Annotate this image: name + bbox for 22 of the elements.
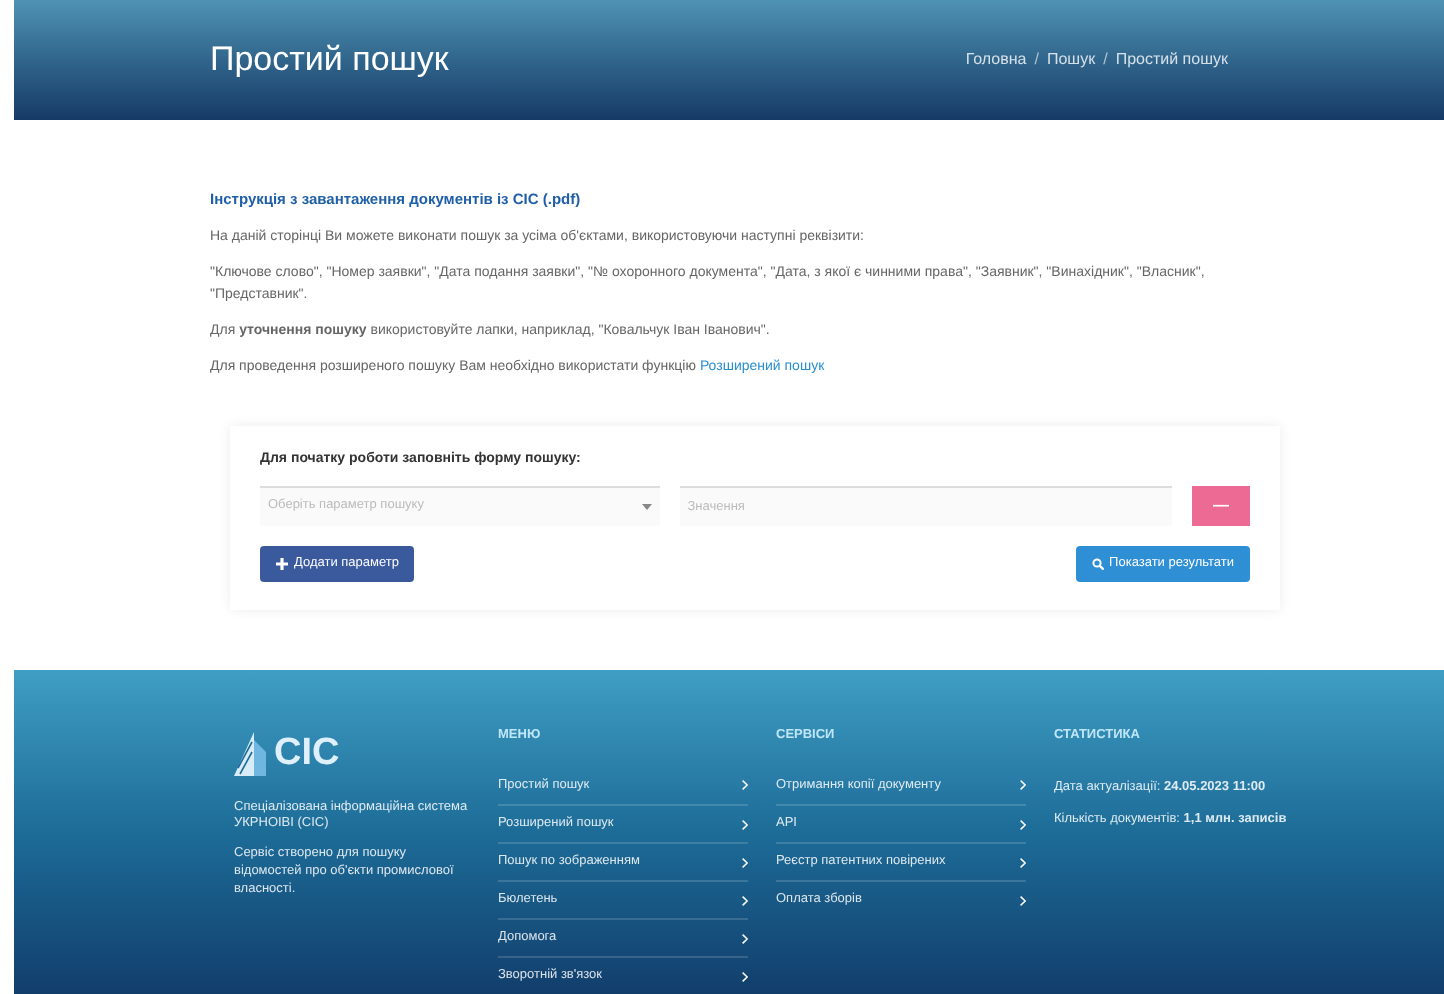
plus-icon — [276, 557, 288, 570]
chevron-right-icon — [742, 857, 748, 867]
chevron-right-icon — [1020, 895, 1026, 905]
page-title: Простий пошук — [210, 38, 449, 83]
chevron-right-icon — [1020, 780, 1026, 790]
chevron-right-icon — [742, 933, 748, 943]
chevron-right-icon — [1020, 819, 1026, 829]
chevron-right-icon — [742, 819, 748, 829]
dropdown-arrow-icon — [641, 503, 652, 510]
chevron-right-icon — [742, 895, 748, 905]
breadcrumb-link[interactable]: Простий пошук — [1115, 48, 1228, 72]
breadcrumb-link[interactable]: Головна — [965, 48, 1027, 72]
search-icon — [1091, 557, 1104, 570]
breadcrumb-separator: / — [1034, 48, 1039, 72]
breadcrumb-separator: / — [1103, 48, 1108, 72]
building-logo-icon — [234, 732, 266, 777]
chevron-right-icon — [742, 780, 748, 790]
breadcrumb-link[interactable]: Пошук — [1046, 48, 1096, 72]
chevron-right-icon — [1020, 857, 1026, 867]
remove-parameter-button[interactable]: — — [1191, 485, 1250, 526]
chevron-right-icon — [742, 971, 748, 981]
logo-text: СІС — [274, 730, 340, 778]
